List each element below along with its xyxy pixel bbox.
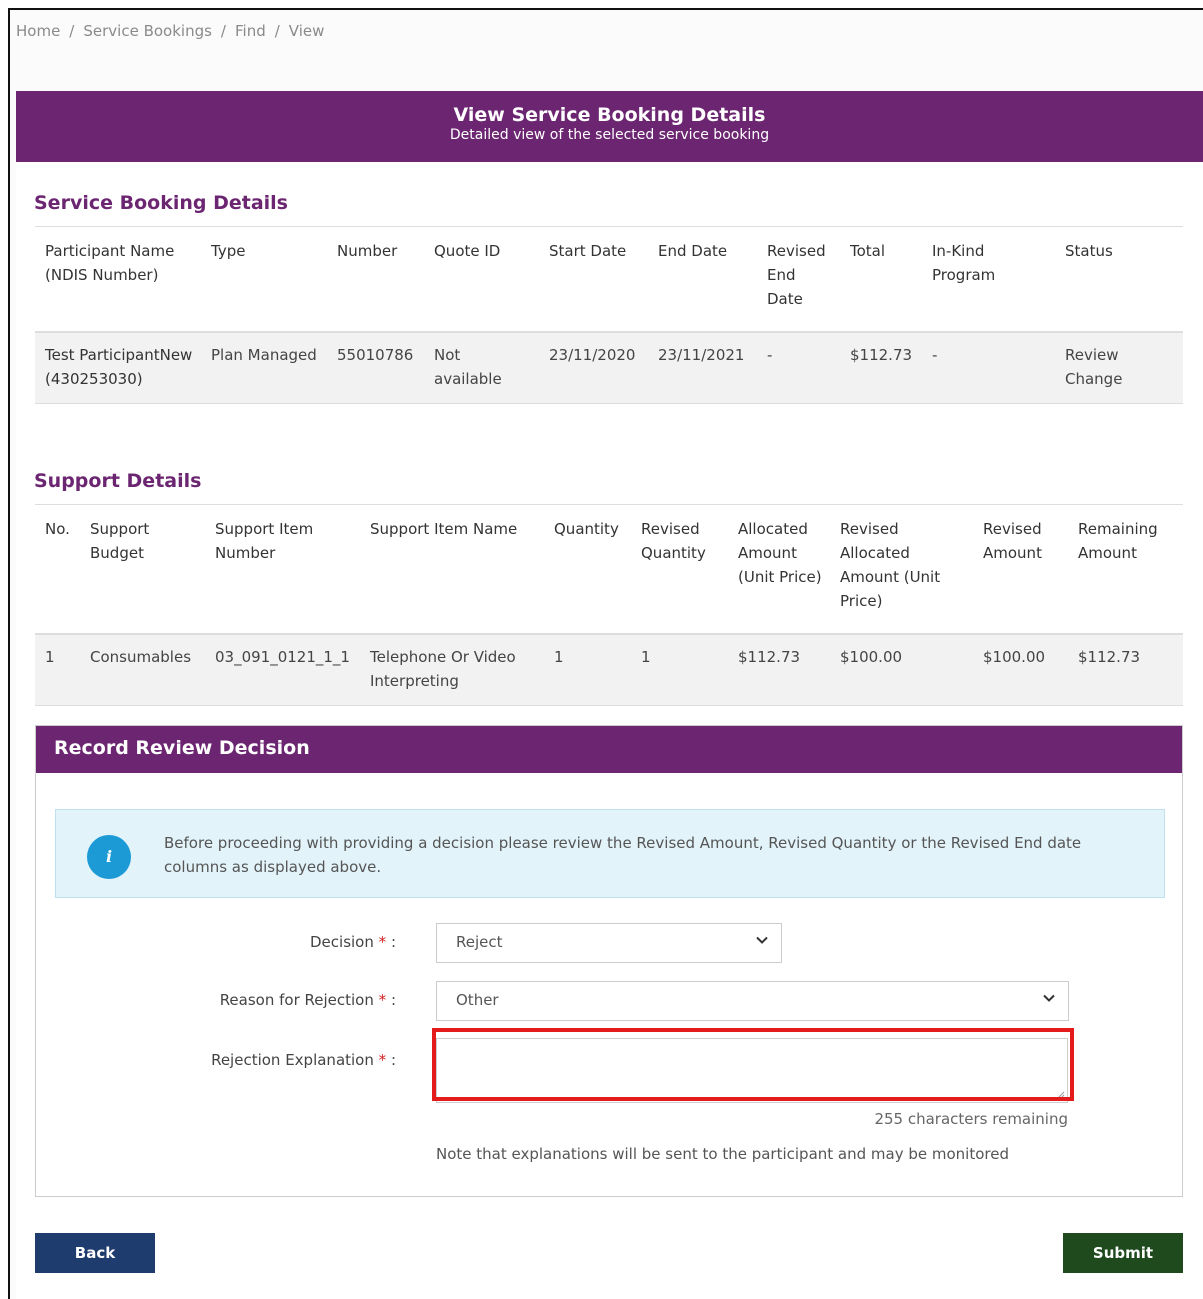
- col-start-date: Start Date: [539, 226, 648, 333]
- decision-label-text: Decision: [310, 933, 374, 951]
- total-cell: $112.73: [840, 332, 922, 404]
- col-support-item-name: Support Item Name: [360, 504, 544, 635]
- col-number: Number: [327, 226, 424, 333]
- col-revised-end-date: Revised End Date: [757, 226, 840, 333]
- booking-table-header: Participant Name (NDIS Number) Type Numb…: [35, 226, 1183, 333]
- required-asterisk: *: [378, 991, 387, 1009]
- reason-label: Reason for Rejection * :: [36, 991, 396, 1009]
- decision-label: Decision * :: [36, 933, 396, 951]
- decision-select[interactable]: Reject: [436, 923, 782, 963]
- col-participant: Participant Name (NDIS Number): [35, 226, 201, 333]
- reason-select[interactable]: Other: [436, 981, 1069, 1021]
- revised-quantity-cell: 1: [631, 634, 728, 706]
- col-quote-id: Quote ID: [424, 226, 539, 333]
- page-subtitle: Detailed view of the selected service bo…: [449, 127, 770, 143]
- submit-button[interactable]: Submit: [1063, 1233, 1183, 1273]
- col-revised-amount: Revised Amount: [973, 504, 1068, 635]
- breadcrumb-service-bookings[interactable]: Service Bookings: [83, 22, 212, 40]
- review-panel-title: Record Review Decision: [36, 726, 1182, 773]
- col-quantity: Quantity: [544, 504, 631, 635]
- support-section-title: Support Details: [34, 470, 202, 492]
- table-row: 1 Consumables 03_091_0121_1_1 Telephone …: [35, 634, 1183, 706]
- table-row: Test ParticipantNew (430253030) Plan Man…: [35, 332, 1183, 404]
- review-decision-panel: Record Review Decision i Before proceedi…: [35, 725, 1183, 1197]
- breadcrumb: Home / Service Bookings / Find / View: [16, 22, 324, 40]
- budget-cell: Consumables: [80, 634, 205, 706]
- label-colon: :: [390, 991, 396, 1009]
- main-content: View Service Booking Details Detailed vi…: [16, 91, 1203, 1299]
- col-in-kind: In-Kind Program: [922, 226, 1055, 333]
- number-cell: 55010786: [327, 332, 424, 404]
- type-cell: Plan Managed: [201, 332, 327, 404]
- breadcrumb-separator: /: [69, 22, 75, 40]
- remaining-cell: $112.73: [1068, 634, 1183, 706]
- revised-allocated-cell: $100.00: [830, 634, 973, 706]
- label-colon: :: [390, 933, 396, 951]
- highlight-box: [432, 1028, 1074, 1101]
- characters-remaining: 255 characters remaining: [874, 1110, 1068, 1128]
- in-kind-cell: -: [922, 332, 1055, 404]
- col-type: Type: [201, 226, 327, 333]
- reason-label-text: Reason for Rejection: [219, 991, 374, 1009]
- end-date-cell: 23/11/2021: [648, 332, 757, 404]
- required-asterisk: *: [378, 1051, 387, 1069]
- chevron-down-icon: [756, 936, 768, 944]
- item-number-cell: 03_091_0121_1_1: [205, 634, 360, 706]
- item-name-cell: Telephone Or Video Interpreting: [360, 634, 544, 706]
- col-revised-allocated-amount: Revised Allocated Amount (Unit Price): [830, 504, 973, 635]
- info-icon: i: [87, 835, 131, 879]
- breadcrumb-view: View: [288, 22, 325, 40]
- col-status: Status: [1055, 226, 1183, 333]
- reason-select-value: Other: [456, 991, 499, 1009]
- booking-table: Participant Name (NDIS Number) Type Numb…: [35, 226, 1183, 404]
- decision-select-value: Reject: [456, 933, 503, 951]
- col-total: Total: [840, 226, 922, 333]
- participant-cell: Test ParticipantNew (430253030): [35, 332, 201, 404]
- info-message: Before proceeding with providing a decis…: [164, 834, 1082, 876]
- label-colon: :: [390, 1051, 396, 1069]
- explanation-note: Note that explanations will be sent to t…: [436, 1145, 1009, 1163]
- breadcrumb-separator: /: [220, 22, 226, 40]
- explanation-label: Rejection Explanation * :: [36, 1051, 396, 1069]
- revised-amount-cell: $100.00: [973, 634, 1068, 706]
- col-no: No.: [35, 504, 80, 635]
- revised-end-date-cell: -: [757, 332, 840, 404]
- col-remaining-amount: Remaining Amount: [1068, 504, 1183, 635]
- info-alert: i Before proceeding with providing a dec…: [55, 809, 1165, 898]
- col-revised-quantity: Revised Quantity: [631, 504, 728, 635]
- chevron-down-icon: [1043, 994, 1055, 1002]
- breadcrumb-separator: /: [274, 22, 280, 40]
- breadcrumb-find[interactable]: Find: [235, 22, 266, 40]
- allocated-cell: $112.73: [728, 634, 830, 706]
- start-date-cell: 23/11/2020: [539, 332, 648, 404]
- col-end-date: End Date: [648, 226, 757, 333]
- required-asterisk: *: [378, 933, 387, 951]
- quote-id-cell: Not available: [424, 332, 539, 404]
- page-title: View Service Booking Details: [453, 104, 766, 126]
- explanation-label-text: Rejection Explanation: [211, 1051, 374, 1069]
- support-table: No. Support Budget Support Item Number S…: [35, 504, 1183, 706]
- booking-section-title: Service Booking Details: [34, 192, 288, 214]
- col-support-budget: Support Budget: [80, 504, 205, 635]
- col-support-item-number: Support Item Number: [205, 504, 360, 635]
- no-cell: 1: [35, 634, 80, 706]
- breadcrumb-home[interactable]: Home: [16, 22, 60, 40]
- quantity-cell: 1: [544, 634, 631, 706]
- page-banner: View Service Booking Details Detailed vi…: [16, 91, 1203, 162]
- col-allocated-amount: Allocated Amount (Unit Price): [728, 504, 830, 635]
- support-table-header: No. Support Budget Support Item Number S…: [35, 504, 1183, 635]
- status-cell: Review Change: [1055, 332, 1183, 404]
- back-button[interactable]: Back: [35, 1233, 155, 1273]
